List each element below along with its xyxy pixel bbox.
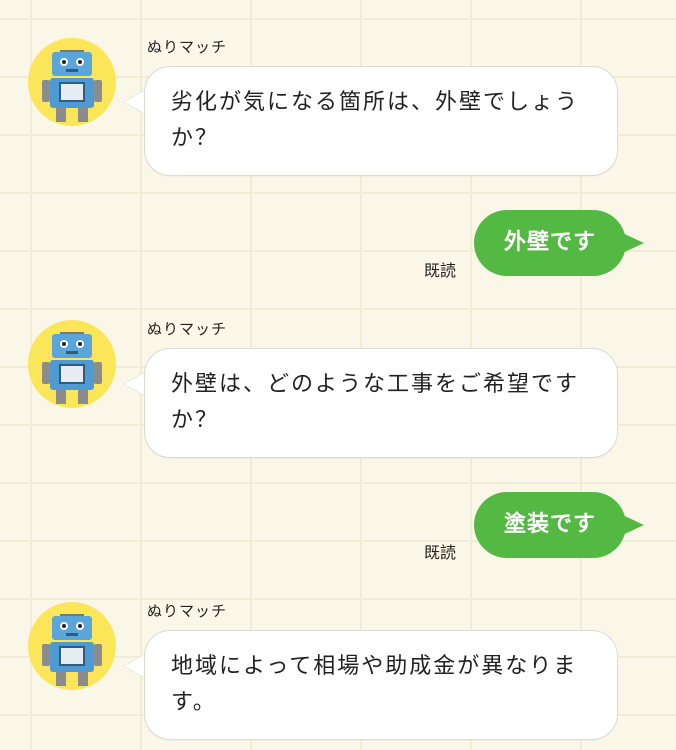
bot-message: ぬりマッチ 外壁は、どのような工事をご希望ですか？ (0, 318, 676, 468)
user-message-bubble: 外壁です (474, 210, 626, 276)
user-message: 既読 塗装です (0, 492, 676, 562)
sender-name: ぬりマッチ (147, 38, 228, 56)
chat-thread: ぬりマッチ 劣化が気になる箇所は、外壁でしょうか？ 既読 外壁です ぬりマッチ … (0, 0, 676, 750)
bot-message: ぬりマッチ 劣化が気になる箇所は、外壁でしょうか？ (0, 36, 676, 186)
sender-name: ぬりマッチ (147, 602, 228, 620)
bubble-tail (124, 654, 146, 678)
bot-avatar (28, 320, 116, 408)
robot-icon (42, 614, 102, 686)
bot-avatar (28, 38, 116, 126)
sender-name: ぬりマッチ (147, 320, 228, 338)
bot-avatar (28, 602, 116, 690)
bot-message-bubble: 劣化が気になる箇所は、外壁でしょうか？ (144, 66, 618, 176)
robot-icon (42, 332, 102, 404)
bot-message-bubble: 外壁は、どのような工事をご希望ですか？ (144, 348, 618, 458)
user-message: 既読 外壁です (0, 210, 676, 280)
bubble-tail (124, 90, 146, 114)
bubble-tail (124, 372, 146, 396)
bot-message-bubble: 地域によって相場や助成金が異なります。 (144, 630, 618, 740)
read-status: 既読 (424, 261, 457, 280)
robot-icon (42, 50, 102, 122)
bot-message: ぬりマッチ 地域によって相場や助成金が異なります。 (0, 600, 676, 750)
user-message-bubble: 塗装です (474, 492, 626, 558)
read-status: 既読 (424, 543, 457, 562)
